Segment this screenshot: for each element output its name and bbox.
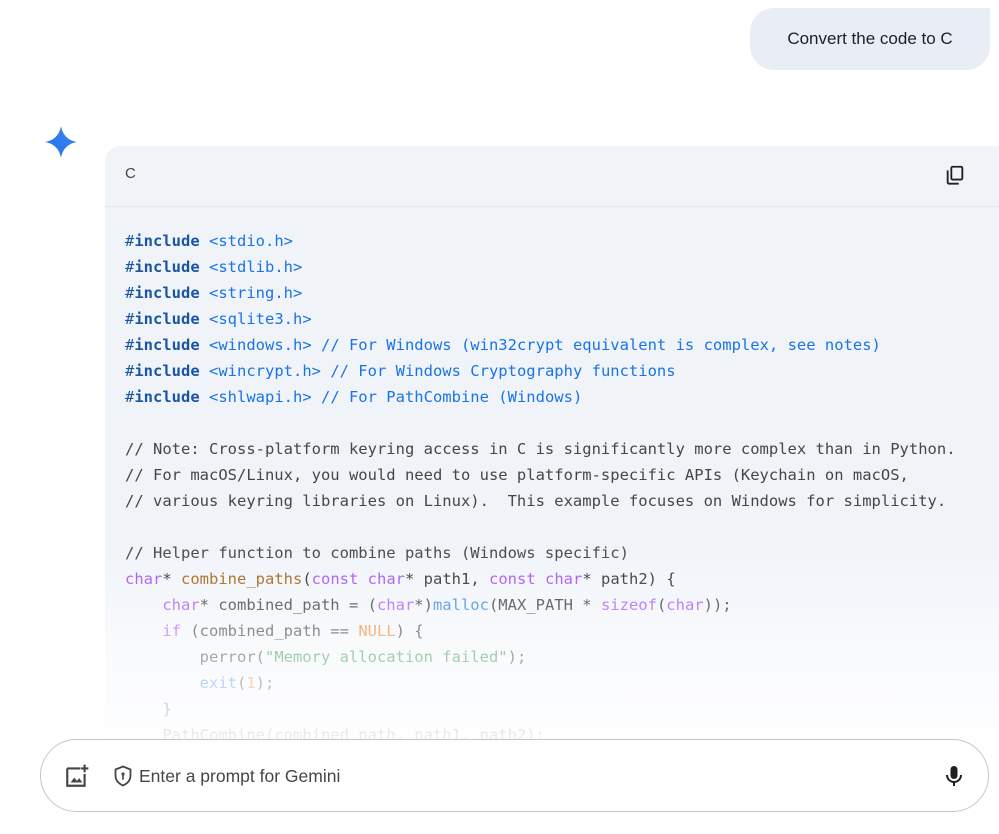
code-line: #include <wincrypt.h> // For Windows Cry… xyxy=(125,358,999,384)
code-text: #include <stdio.h> #include <stdlib.h> #in… xyxy=(125,228,999,748)
code-token: (combined_path == xyxy=(181,622,359,640)
code-line: // Helper function to combine paths (Win… xyxy=(125,540,999,566)
code-line: #include <stdio.h> xyxy=(125,228,999,254)
code-token: // For macOS/Linux, you would need to us… xyxy=(125,466,909,484)
code-line: perror("Memory allocation failed"); xyxy=(125,644,999,670)
code-token: include xyxy=(134,310,200,328)
code-token: (MAX_PATH * xyxy=(488,596,601,614)
code-token: # xyxy=(125,388,135,406)
code-token: # xyxy=(125,232,135,250)
code-token: } xyxy=(125,700,172,718)
code-language-label: C xyxy=(125,165,136,182)
code-token: ) { xyxy=(395,622,424,640)
code-token: include xyxy=(134,232,200,250)
code-token: * path2) { xyxy=(582,570,676,588)
code-token: <stdlib.h> xyxy=(199,258,303,276)
code-token: perror( xyxy=(125,648,265,666)
code-line: // For macOS/Linux, you would need to us… xyxy=(125,462,999,488)
code-token: <sqlite3.h> xyxy=(199,310,312,328)
code-token: include xyxy=(134,258,200,276)
code-token: )); xyxy=(703,596,732,614)
code-token: * combined_path = ( xyxy=(199,596,377,614)
code-token: // Note: Cross-platform keyring access i… xyxy=(125,440,956,458)
code-token: 1 xyxy=(246,674,256,692)
code-content: #include <stdio.h> #include <stdlib.h> #in… xyxy=(105,208,999,756)
code-line: #include <stdlib.h> xyxy=(125,254,999,280)
gemini-sparkle-icon xyxy=(45,126,77,158)
code-token: NULL xyxy=(358,622,396,640)
code-token: combine_paths xyxy=(181,570,303,588)
code-token: ( xyxy=(236,674,247,692)
code-line: #include <shlwapi.h> // For PathCombine … xyxy=(125,384,999,410)
code-token: <shlwapi.h> // For PathCombine (Windows) xyxy=(199,388,583,406)
add-image-button[interactable] xyxy=(63,762,91,790)
code-line: char* combine_paths(const char* path1, c… xyxy=(125,566,999,592)
code-token: ); xyxy=(507,648,527,666)
microphone-button[interactable] xyxy=(940,762,968,790)
code-line: char* combined_path = (char*)malloc(MAX_… xyxy=(125,592,999,618)
code-token: # xyxy=(125,362,135,380)
code-line: #include <windows.h> // For Windows (win… xyxy=(125,332,999,358)
code-token: include xyxy=(134,388,200,406)
code-token: <stdio.h> xyxy=(199,232,293,250)
code-token: malloc xyxy=(432,596,489,614)
code-block-header: C xyxy=(105,146,999,207)
code-line: // various keyring libraries on Linux). … xyxy=(125,488,999,514)
code-token: char xyxy=(162,596,200,614)
code-token: char xyxy=(376,596,415,614)
code-token: const char xyxy=(311,570,405,588)
code-line: if (combined_path == NULL) { xyxy=(125,618,999,644)
prompt-input[interactable] xyxy=(139,762,899,790)
code-line: exit(1); xyxy=(125,670,999,696)
code-token: // Helper function to combine paths (Win… xyxy=(125,544,629,562)
code-block: C #include <stdio.h> #include <stdlib.h> #… xyxy=(105,146,999,756)
code-line: #include <sqlite3.h> xyxy=(125,306,999,332)
code-token: <wincrypt.h> // For Windows Cryptography… xyxy=(199,362,676,380)
shield-icon xyxy=(114,765,132,787)
code-token: * xyxy=(162,570,181,588)
mic-icon xyxy=(946,766,962,786)
code-token: # xyxy=(125,310,135,328)
code-token: if xyxy=(162,622,181,640)
code-line: #include <string.h> xyxy=(125,280,999,306)
code-token: include xyxy=(134,284,200,302)
code-token: char xyxy=(666,596,704,614)
code-token: // various keyring libraries on Linux). … xyxy=(125,492,947,510)
code-token: include xyxy=(134,336,200,354)
code-token: "Memory allocation failed" xyxy=(264,648,508,666)
code-token: # xyxy=(125,284,135,302)
code-token: <windows.h> // For Windows (win32crypt e… xyxy=(199,336,881,354)
code-token: <string.h> xyxy=(199,284,303,302)
copy-icon xyxy=(946,165,964,185)
code-token: char xyxy=(125,570,163,588)
code-token: *) xyxy=(414,596,433,614)
code-token: ( xyxy=(302,570,312,588)
code-line: } xyxy=(125,696,999,722)
code-token: ); xyxy=(255,674,275,692)
add-image-icon xyxy=(66,764,89,787)
code-token: const char xyxy=(489,570,583,588)
code-token: ( xyxy=(656,596,667,614)
code-token: include xyxy=(134,362,200,380)
user-message-bubble: Convert the code to C xyxy=(750,8,990,70)
code-token: # xyxy=(125,258,135,276)
code-token: # xyxy=(125,336,135,354)
prompt-bar xyxy=(40,739,989,812)
code-token: * path1, xyxy=(405,570,489,588)
code-token: sizeof xyxy=(600,596,657,614)
user-message-text: Convert the code to C xyxy=(787,29,953,48)
code-token: exit xyxy=(199,674,237,692)
code-line: // Note: Cross-platform keyring access i… xyxy=(125,436,999,462)
copy-code-button[interactable] xyxy=(941,161,969,189)
